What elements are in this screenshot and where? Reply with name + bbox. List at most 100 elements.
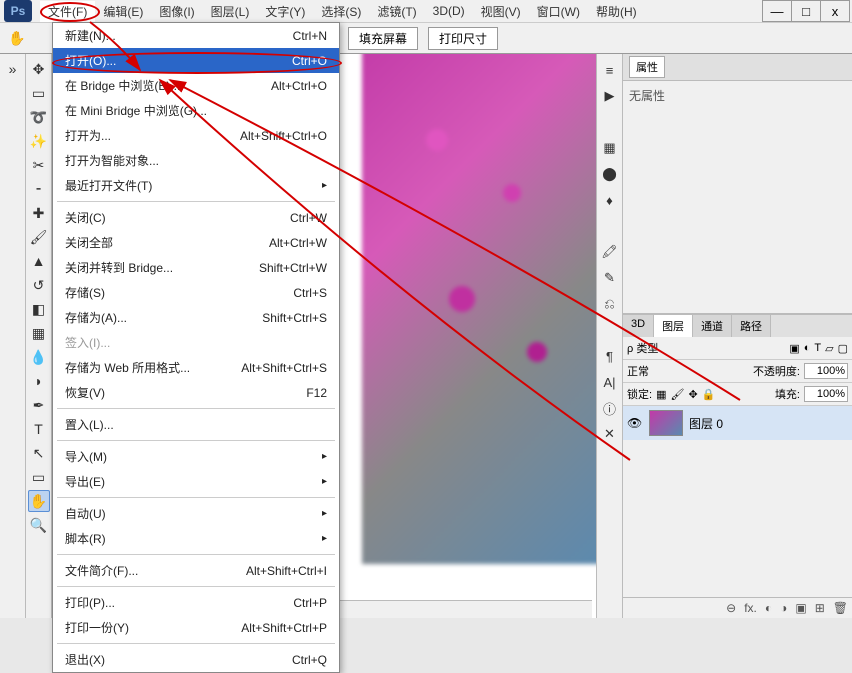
pen-tool[interactable]: ✒ [28, 394, 50, 416]
properties-tab[interactable]: 属性 [629, 56, 665, 78]
file-menu-item[interactable]: 导出(E)▸ [53, 469, 339, 494]
menu-type[interactable]: 文字(Y) [257, 1, 313, 22]
lock-all-icon[interactable]: 🔒 [702, 388, 716, 401]
blur-tool[interactable]: 💧 [28, 346, 50, 368]
link-layers-icon[interactable]: ⊖ [726, 601, 736, 615]
layer-row-0[interactable]: 👁 图层 0 [623, 406, 852, 440]
adjustment-icon[interactable]: ◑ [780, 601, 787, 615]
file-menu-item[interactable]: 脚本(R)▸ [53, 526, 339, 551]
tab-paths[interactable]: 路径 [732, 315, 771, 337]
file-menu-item[interactable]: 在 Mini Bridge 中浏览(G)... [53, 98, 339, 123]
menu-help[interactable]: 帮助(H) [588, 1, 645, 22]
file-menu-item[interactable]: 文件简介(F)...Alt+Shift+Ctrl+I [53, 558, 339, 583]
dodge-tool[interactable]: ◗ [28, 370, 50, 392]
eraser-tool[interactable]: ◧ [28, 298, 50, 320]
fill-field[interactable]: 100% [804, 386, 848, 402]
crop-tool[interactable]: ✂ [28, 154, 50, 176]
brushes-icon[interactable]: 🖍 [600, 242, 620, 262]
brush-presets-icon[interactable]: ✎ [600, 268, 620, 288]
filter-img-icon[interactable]: ▣ [789, 342, 799, 355]
character-icon[interactable]: A| [600, 372, 620, 392]
zoom-tool[interactable]: 🔍 [28, 514, 50, 536]
fill-screen-button[interactable]: 填充屏幕 [348, 27, 418, 50]
file-menu-item[interactable]: 打印(P)...Ctrl+P [53, 590, 339, 615]
file-menu-item[interactable]: 关闭(C)Ctrl+W [53, 205, 339, 230]
tools-icon[interactable]: ✕ [600, 424, 620, 444]
menu-file[interactable]: 文件(F) [40, 1, 95, 22]
file-menu-item[interactable]: 在 Bridge 中浏览(B)...Alt+Ctrl+O [53, 73, 339, 98]
file-menu-item[interactable]: 最近打开文件(T)▸ [53, 173, 339, 198]
play-icon[interactable]: ▶ [600, 86, 620, 106]
menu-window[interactable]: 窗口(W) [529, 1, 588, 22]
file-menu-item[interactable]: 关闭并转到 Bridge...Shift+Ctrl+W [53, 255, 339, 280]
expand-tools-icon[interactable]: » [2, 58, 24, 80]
paragraph-icon[interactable]: ¶ [600, 346, 620, 366]
group-icon[interactable]: ▣ [795, 601, 806, 615]
brush-tool[interactable]: 🖌 [28, 226, 50, 248]
layer-name[interactable]: 图层 0 [689, 415, 723, 432]
gradient-tool[interactable]: ▦ [28, 322, 50, 344]
swatches-icon[interactable]: ▦ [600, 138, 620, 158]
history-brush-tool[interactable]: ↺ [28, 274, 50, 296]
lock-move-icon[interactable]: ✥ [688, 388, 697, 401]
fx-icon[interactable]: fx. [744, 601, 757, 615]
file-menu-item[interactable]: 打开为...Alt+Shift+Ctrl+O [53, 123, 339, 148]
blend-mode[interactable]: 正常 [627, 363, 649, 379]
file-menu-item[interactable]: 自动(U)▸ [53, 501, 339, 526]
file-menu-item[interactable]: 关闭全部Alt+Ctrl+W [53, 230, 339, 255]
lock-pixels-icon[interactable]: ▦ [656, 388, 666, 401]
adjust-icon[interactable]: ⬤ [600, 164, 620, 184]
menu-layer[interactable]: 图层(L) [203, 1, 258, 22]
file-menu-item[interactable]: 导入(M)▸ [53, 444, 339, 469]
menu-view[interactable]: 视图(V) [473, 1, 529, 22]
menu-select[interactable]: 选择(S) [313, 1, 369, 22]
file-menu-item[interactable]: 存储为(A)...Shift+Ctrl+S [53, 305, 339, 330]
shape-tool[interactable]: ▭ [28, 466, 50, 488]
stamp-tool[interactable]: ▲ [28, 250, 50, 272]
visibility-icon[interactable]: 👁 [627, 416, 643, 430]
lasso-tool[interactable]: ➰ [28, 106, 50, 128]
minimize-button[interactable]: — [762, 0, 792, 22]
file-menu-item[interactable]: 退出(X)Ctrl+Q [53, 647, 339, 672]
path-select-tool[interactable]: ↖ [28, 442, 50, 464]
layer-filter[interactable]: ρ 类型 [627, 340, 658, 356]
tab-3d[interactable]: 3D [623, 315, 654, 337]
magic-wand-tool[interactable]: ✨ [28, 130, 50, 152]
close-button[interactable]: x [820, 0, 850, 22]
file-menu-item[interactable]: 恢复(V)F12 [53, 380, 339, 405]
info-icon[interactable]: ⓘ [600, 398, 620, 418]
marquee-tool[interactable]: ▭ [28, 82, 50, 104]
hand-tool-preset[interactable]: ✋ [6, 27, 28, 49]
hand-tool[interactable]: ✋ [28, 490, 50, 512]
history-icon[interactable]: ≡ [600, 60, 620, 80]
filter-shape-icon[interactable]: ▱ [825, 342, 833, 355]
tab-layers[interactable]: 图层 [654, 315, 693, 337]
file-menu-item[interactable]: 存储(S)Ctrl+S [53, 280, 339, 305]
menu-3d[interactable]: 3D(D) [425, 2, 473, 20]
file-menu-item[interactable]: 新建(N)...Ctrl+N [53, 23, 339, 48]
filter-text-icon[interactable]: T [814, 342, 821, 354]
move-tool[interactable]: ✥ [28, 58, 50, 80]
menu-edit[interactable]: 编辑(E) [95, 1, 151, 22]
mask-icon[interactable]: ◐ [765, 601, 772, 615]
opacity-field[interactable]: 100% [804, 363, 848, 379]
filter-adjust-icon[interactable]: ◐ [804, 342, 811, 354]
tab-channels[interactable]: 通道 [693, 315, 732, 337]
file-menu-item[interactable]: 打开(O)...Ctrl+O [53, 48, 339, 73]
lock-brush-icon[interactable]: 🖌 [670, 388, 684, 401]
layer-thumbnail[interactable] [649, 410, 683, 436]
print-size-button[interactable]: 打印尺寸 [428, 27, 498, 50]
new-layer-icon[interactable]: ⊞ [815, 601, 825, 615]
delete-layer-icon[interactable]: 🗑 [833, 601, 848, 615]
eyedropper-tool[interactable]: ⁃ [28, 178, 50, 200]
file-menu-item[interactable]: 打印一份(Y)Alt+Shift+Ctrl+P [53, 615, 339, 640]
text-tool[interactable]: T [28, 418, 50, 440]
filter-smart-icon[interactable]: ▢ [838, 342, 848, 355]
clone-icon[interactable]: ⎌ [600, 294, 620, 314]
maximize-button[interactable]: □ [791, 0, 821, 22]
menu-filter[interactable]: 滤镜(T) [369, 1, 424, 22]
file-menu-item[interactable]: 打开为智能对象... [53, 148, 339, 173]
menu-image[interactable]: 图像(I) [151, 1, 202, 22]
healing-brush-tool[interactable]: ✚ [28, 202, 50, 224]
file-menu-item[interactable]: 存储为 Web 所用格式...Alt+Shift+Ctrl+S [53, 355, 339, 380]
